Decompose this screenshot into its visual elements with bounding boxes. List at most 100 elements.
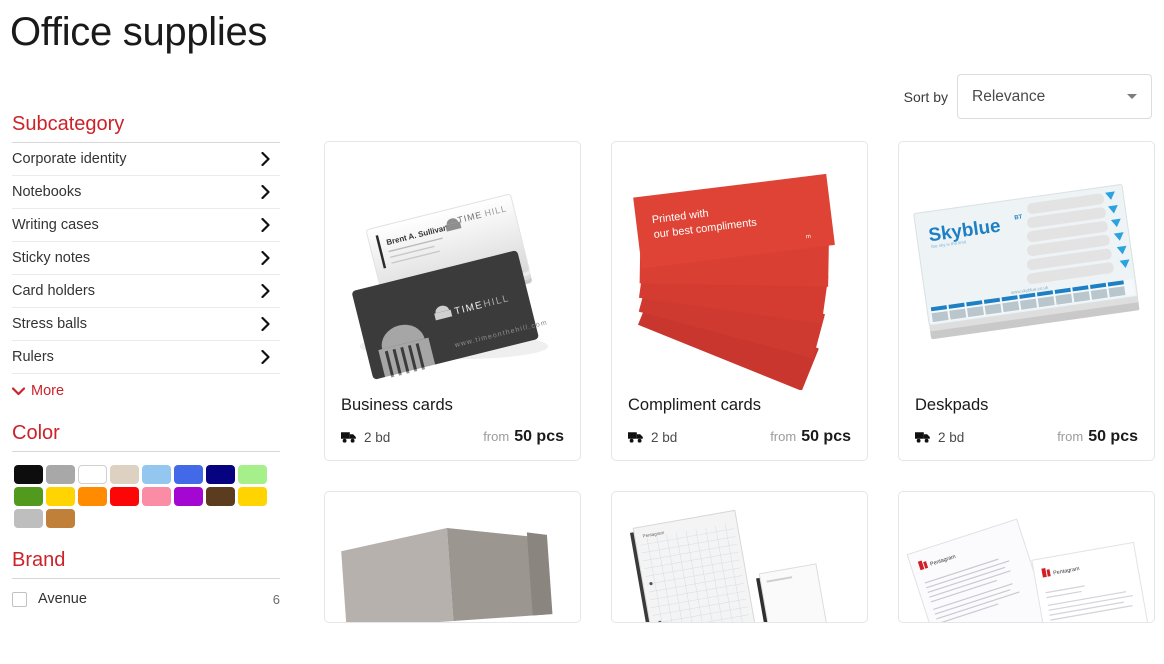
product-image: Pentagram Pentagram [899,492,1154,622]
product-card-body: Compliment cards 2 bd from 50 pcs [612,390,867,460]
brand-checkbox[interactable] [12,591,27,607]
svg-text:m: m [806,234,812,241]
product-title: Compliment cards [628,396,761,414]
chevron-right-icon [261,350,270,364]
truck-icon [628,431,643,443]
sort-bar: Sort by Relevance [904,74,1152,119]
color-swatch-green[interactable] [14,487,43,506]
color-swatch-gold[interactable] [238,487,267,506]
subcategory-item-label: Notebooks [12,184,82,200]
subcategory-item[interactable]: Stress balls [12,308,280,341]
minimum-quantity: from 50 pcs [1057,428,1138,446]
color-swatch-grid [0,452,292,528]
quantity-from-label: from [770,429,797,444]
minimum-quantity: from 50 pcs [483,428,564,446]
color-swatch-light-green[interactable] [238,465,267,484]
product-card[interactable]: Printed with our best compliments m Comp… [611,141,868,461]
subcategory-list: Corporate identity Notebooks Writing cases… [0,143,290,374]
quantity-value: 50 pcs [514,428,564,445]
facet-color-title: Color [12,422,60,444]
delivery-time: 2 bd [364,429,391,445]
color-swatch-brown[interactable] [206,487,235,506]
subcategory-item[interactable]: Sticky notes [12,242,280,275]
chevron-right-icon [261,218,270,232]
brand-count: 6 [272,591,280,607]
product-image: Skyblue BT the sky is the limit www.skyb… [899,142,1154,390]
subcategory-item-label: Corporate identity [12,151,127,167]
sort-by-label: Sort by [903,88,948,105]
subcategory-item-label: Writing cases [12,217,99,233]
facet-brand: Brand Avenue 6 [0,548,290,607]
product-card[interactable] [324,491,581,623]
product-grid: Brent A. Sullivan TIME HILL TIME HILL ww… [324,141,1156,623]
product-card[interactable]: Brent A. Sullivan TIME HILL TIME HILL ww… [324,141,581,461]
subcategory-item[interactable]: Corporate identity [12,143,280,176]
color-swatch-beige[interactable] [110,465,139,484]
subcategory-item[interactable]: Notebooks [12,176,280,209]
quantity-value: 50 pcs [801,428,851,445]
chevron-right-icon [261,317,270,331]
subcategory-item[interactable]: Writing cases [12,209,280,242]
folders-artwork [341,527,553,622]
subcategory-more-label: More [31,383,65,399]
quantity-value: 50 pcs [1088,428,1138,445]
color-swatch-white[interactable] [78,465,107,484]
product-image: Brent A. Sullivan TIME HILL TIME HILL ww… [325,142,580,390]
color-swatch-yellow[interactable] [46,487,75,506]
chevron-right-icon [261,152,270,166]
brand-label: Avenue [38,591,87,607]
product-card[interactable]: Pentagram [611,491,868,623]
color-swatch-grey[interactable] [46,465,75,484]
truck-icon [915,431,930,443]
color-swatch-light-blue[interactable] [142,465,171,484]
product-card[interactable]: Pentagram Pentagram [898,491,1155,623]
product-meta: 2 bd from 50 pcs [628,428,851,446]
chevron-right-icon [261,185,270,199]
color-swatch-navy[interactable] [206,465,235,484]
color-swatch-red[interactable] [110,487,139,506]
page-title: Office supplies [10,10,268,54]
subcategory-item-label: Stress balls [12,316,87,332]
product-image [325,492,580,622]
quantity-from-label: from [483,429,510,444]
delivery-time: 2 bd [651,429,678,445]
chevron-down-icon [12,386,25,395]
facet-brand-title: Brand [12,549,66,571]
product-card-body: Business cards 2 bd from 50 pcs [325,390,580,460]
subcategory-more-button[interactable]: More [0,374,290,399]
deskpads-artwork: Skyblue BT the sky is the limit www.skyb… [913,184,1140,340]
minimum-quantity: from 50 pcs [770,428,851,446]
business-cards-artwork: Brent A. Sullivan TIME HILL TIME HILL ww… [352,194,549,380]
brand-filter-row[interactable]: Avenue 6 [12,591,280,607]
product-image: Printed with our best compliments m [612,142,867,390]
facet-sidebar: Subcategory Corporate identity Notebooks W… [0,112,290,607]
color-swatch-purple[interactable] [174,487,203,506]
subcategory-item-label: Card holders [12,283,96,299]
product-image: Pentagram [612,492,867,622]
product-listing-page: Office supplies Sort by Relevance Subcat… [0,0,1164,664]
product-meta: 2 bd from 50 pcs [341,428,564,446]
chevron-down-icon [1127,94,1137,99]
color-swatch-silver[interactable] [14,509,43,528]
color-swatch-orange[interactable] [78,487,107,506]
subcategory-item-label: Rulers [12,349,54,365]
subcategory-item-label: Sticky notes [12,250,91,266]
truck-icon [341,431,356,443]
product-card[interactable]: Skyblue BT the sky is the limit www.skyb… [898,141,1155,461]
product-meta: 2 bd from 50 pcs [915,428,1138,446]
color-swatch-copper[interactable] [46,509,75,528]
color-swatch-blue[interactable] [174,465,203,484]
subcategory-item[interactable]: Rulers [12,341,280,374]
color-swatch-pink[interactable] [142,487,171,506]
product-card-body: Deskpads 2 bd from 50 pcs [899,390,1154,460]
product-title: Business cards [341,396,453,414]
delivery-time: 2 bd [938,429,965,445]
compliment-cards-artwork: Printed with our best compliments m [633,173,835,390]
quantity-from-label: from [1057,429,1084,444]
sort-select[interactable]: Relevance [957,74,1152,119]
svg-text:BT: BT [1014,214,1023,221]
facet-subcategory: Subcategory Corporate identity Notebooks W… [0,112,290,399]
color-swatch-black[interactable] [14,465,43,484]
notepads-artwork: Pentagram [629,509,831,622]
subcategory-item[interactable]: Card holders [12,275,280,308]
